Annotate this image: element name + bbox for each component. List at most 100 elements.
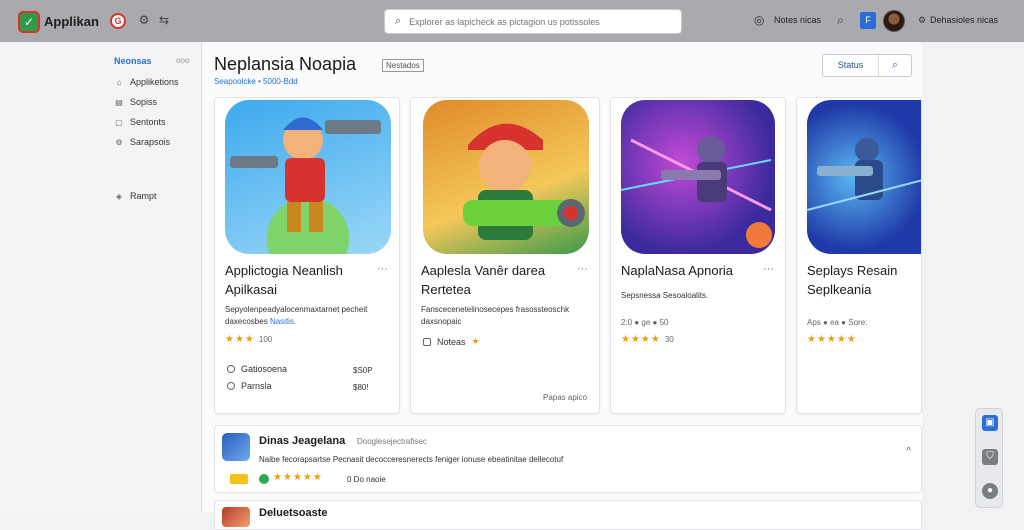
settings-icon[interactable]: ⚙ bbox=[137, 13, 151, 27]
option-label: Gatiosoena bbox=[241, 364, 288, 374]
option-price: $S0P bbox=[353, 366, 373, 375]
app-artwork[interactable] bbox=[225, 100, 391, 254]
rating-row: Noteas ★ bbox=[423, 336, 480, 347]
avatar[interactable] bbox=[883, 10, 905, 32]
gear-icon: ⚙ bbox=[115, 137, 123, 147]
sidebar-item-label: Sopiss bbox=[130, 97, 158, 107]
page-title: Neplansia Noapia bbox=[214, 54, 357, 74]
card-meta: Aps ● ea ● Sore: bbox=[807, 318, 868, 327]
star-icon: ★ bbox=[471, 336, 480, 346]
card-description: Sepsnessa Sesoaloalits. bbox=[621, 291, 709, 300]
app-card[interactable]: Seplays Resain Seplkeania Aps ● ea ● Sor… bbox=[796, 97, 922, 414]
character-illustration bbox=[463, 123, 585, 240]
sidebar-heading-extra: ooo bbox=[176, 56, 190, 65]
list-item-description: Naibe fecorapsartse Pecnasit decocceresn… bbox=[259, 455, 564, 464]
bookmark-icon[interactable]: F bbox=[860, 12, 876, 29]
more-icon[interactable]: ··· bbox=[577, 263, 588, 275]
status-dot-icon bbox=[259, 474, 269, 484]
list-item-price: 0 Do naoie bbox=[347, 475, 386, 484]
sidebar-item-label: Sentonts bbox=[130, 117, 166, 127]
app-artwork[interactable] bbox=[807, 100, 921, 254]
card-description: Sepyolenpeadyalocenmaxtarnet pecheit dax… bbox=[225, 304, 367, 328]
search-icon: ⌕ bbox=[891, 59, 899, 71]
option-price: $80! bbox=[353, 383, 369, 392]
search-input[interactable] bbox=[409, 16, 670, 27]
sidebar-item-label: Appliketions bbox=[130, 77, 179, 87]
main-content: Neplansia Noapia Nestados Seapoolcke • 5… bbox=[202, 42, 922, 530]
desc-line: Sepyolenpeadyalocenmaxtarnet pecheit bbox=[225, 305, 368, 314]
translate-icon[interactable]: ▣ bbox=[982, 415, 998, 431]
card-meta: 2:0 ● ge ● 50 bbox=[621, 318, 669, 327]
option-radio[interactable]: Gatiosoena bbox=[227, 364, 287, 374]
chevron-up-icon[interactable]: ^ bbox=[906, 446, 911, 457]
app-artwork[interactable] bbox=[423, 100, 589, 254]
app-card[interactable]: Applictogia Neanlish Apilkasai ··· Sepyo… bbox=[214, 97, 400, 414]
card-title[interactable]: NaplaNasa Apnoria bbox=[621, 261, 771, 280]
character-illustration bbox=[807, 138, 921, 211]
sidebar-item-label: Sarapsois bbox=[130, 137, 171, 147]
list-item-title[interactable]: Dinas Jeagelana bbox=[259, 435, 345, 447]
card-title[interactable]: Seplays Resain Seplkeania bbox=[807, 261, 917, 299]
doc-icon: ▢ bbox=[115, 117, 123, 127]
more-icon[interactable]: ··· bbox=[763, 263, 774, 275]
list-item[interactable]: Deluetsoaste bbox=[214, 500, 922, 530]
status-button[interactable]: Status ⌕ bbox=[822, 54, 912, 77]
rating: ★★★★★ bbox=[807, 334, 857, 345]
more-icon[interactable]: ··· bbox=[377, 263, 388, 275]
sidebar: Neonsas ooo ⌂ Appliketions ▤ Sopiss ▢ Se… bbox=[0, 42, 202, 512]
shield-icon[interactable]: ⛉ bbox=[982, 449, 998, 465]
sidebar-item-rampt[interactable]: ◈ Rampt bbox=[114, 191, 157, 201]
app-logo[interactable]: ✓ bbox=[18, 11, 40, 33]
title-badge: Nestados bbox=[382, 59, 424, 72]
sidebar-heading[interactable]: Neonsas bbox=[114, 56, 152, 66]
sidebar-item-sarapsois[interactable]: ⚙ Sarapsois bbox=[114, 137, 170, 147]
app-card[interactable]: Aaplesla Vanêr darea Rertetea ··· Fansce… bbox=[410, 97, 600, 414]
radio-icon bbox=[227, 365, 235, 373]
card-footer[interactable]: Papas apico bbox=[543, 393, 587, 402]
star-icon: ★★★★ bbox=[621, 334, 661, 345]
list-item-title[interactable]: Deluetsoaste bbox=[259, 507, 327, 519]
rating-label: Noteas bbox=[437, 336, 466, 347]
radio-icon bbox=[227, 382, 235, 390]
notification-icon[interactable]: ◎ bbox=[754, 13, 764, 27]
star-icon: ★★★★★ bbox=[807, 334, 857, 345]
desc-line: daxecosbes bbox=[225, 317, 268, 326]
tag-icon: ◈ bbox=[115, 191, 123, 201]
character-illustration bbox=[230, 117, 381, 232]
list-icon: ▤ bbox=[115, 97, 123, 107]
rating-count: 100 bbox=[258, 335, 273, 344]
user-label[interactable]: Dehasioles nicas bbox=[930, 15, 998, 25]
sidebar-item-sopiss[interactable]: ▤ Sopiss bbox=[114, 97, 157, 107]
page-subtitle[interactable]: Seapoolcke • 5000-Bdd bbox=[214, 77, 298, 86]
search-icon: ⌕ bbox=[395, 15, 402, 27]
desc-line: Fanscecenetelinosecepes frasossteoschk bbox=[421, 305, 570, 314]
character-illustration bbox=[621, 136, 772, 248]
star-icon: ★★★ bbox=[225, 334, 255, 345]
rating-count: 30 bbox=[664, 335, 674, 344]
refresh-icon[interactable]: G bbox=[110, 13, 126, 29]
star-icon: ★★★★★ bbox=[273, 472, 323, 483]
gear-icon[interactable]: ⚙ bbox=[918, 15, 926, 26]
app-artwork[interactable] bbox=[621, 100, 775, 254]
status-label[interactable]: Notes nicas bbox=[774, 15, 821, 25]
sidebar-item-sentonts[interactable]: ▢ Sentonts bbox=[114, 117, 166, 127]
floating-toolbar: ▣ ⛉ ● bbox=[975, 408, 1003, 508]
app-card[interactable]: NaplaNasa Apnoria ··· Sepsnessa Sesoaloa… bbox=[610, 97, 786, 414]
app-thumbnail[interactable] bbox=[222, 433, 250, 461]
desc-link[interactable]: Nasitis. bbox=[270, 317, 296, 326]
option-radio[interactable]: Parnsla bbox=[227, 381, 272, 391]
sidebar-item-applications[interactable]: ⌂ Appliketions bbox=[114, 77, 179, 87]
chat-icon[interactable]: ● bbox=[982, 483, 998, 499]
rating: ★★★ 100 bbox=[225, 334, 272, 345]
card-title[interactable]: Applictogia Neanlish Apilkasai bbox=[225, 261, 375, 299]
card-title[interactable]: Aaplesla Vanêr darea Rertetea bbox=[421, 261, 576, 299]
list-item[interactable]: Dinas Jeagelana Dooglesejectrafisec Naib… bbox=[214, 425, 922, 493]
search-bar[interactable]: ⌕ bbox=[384, 9, 682, 34]
app-thumbnail[interactable] bbox=[222, 507, 250, 527]
tabs-icon[interactable]: ⇆ bbox=[157, 13, 171, 27]
checkbox-icon[interactable] bbox=[423, 337, 431, 346]
search-icon[interactable]: ⌕ bbox=[837, 13, 844, 28]
list-item-meta: Dooglesejectrafisec bbox=[357, 437, 427, 446]
rating: ★★★★ 30 bbox=[621, 334, 674, 345]
tag-badge bbox=[230, 474, 248, 484]
